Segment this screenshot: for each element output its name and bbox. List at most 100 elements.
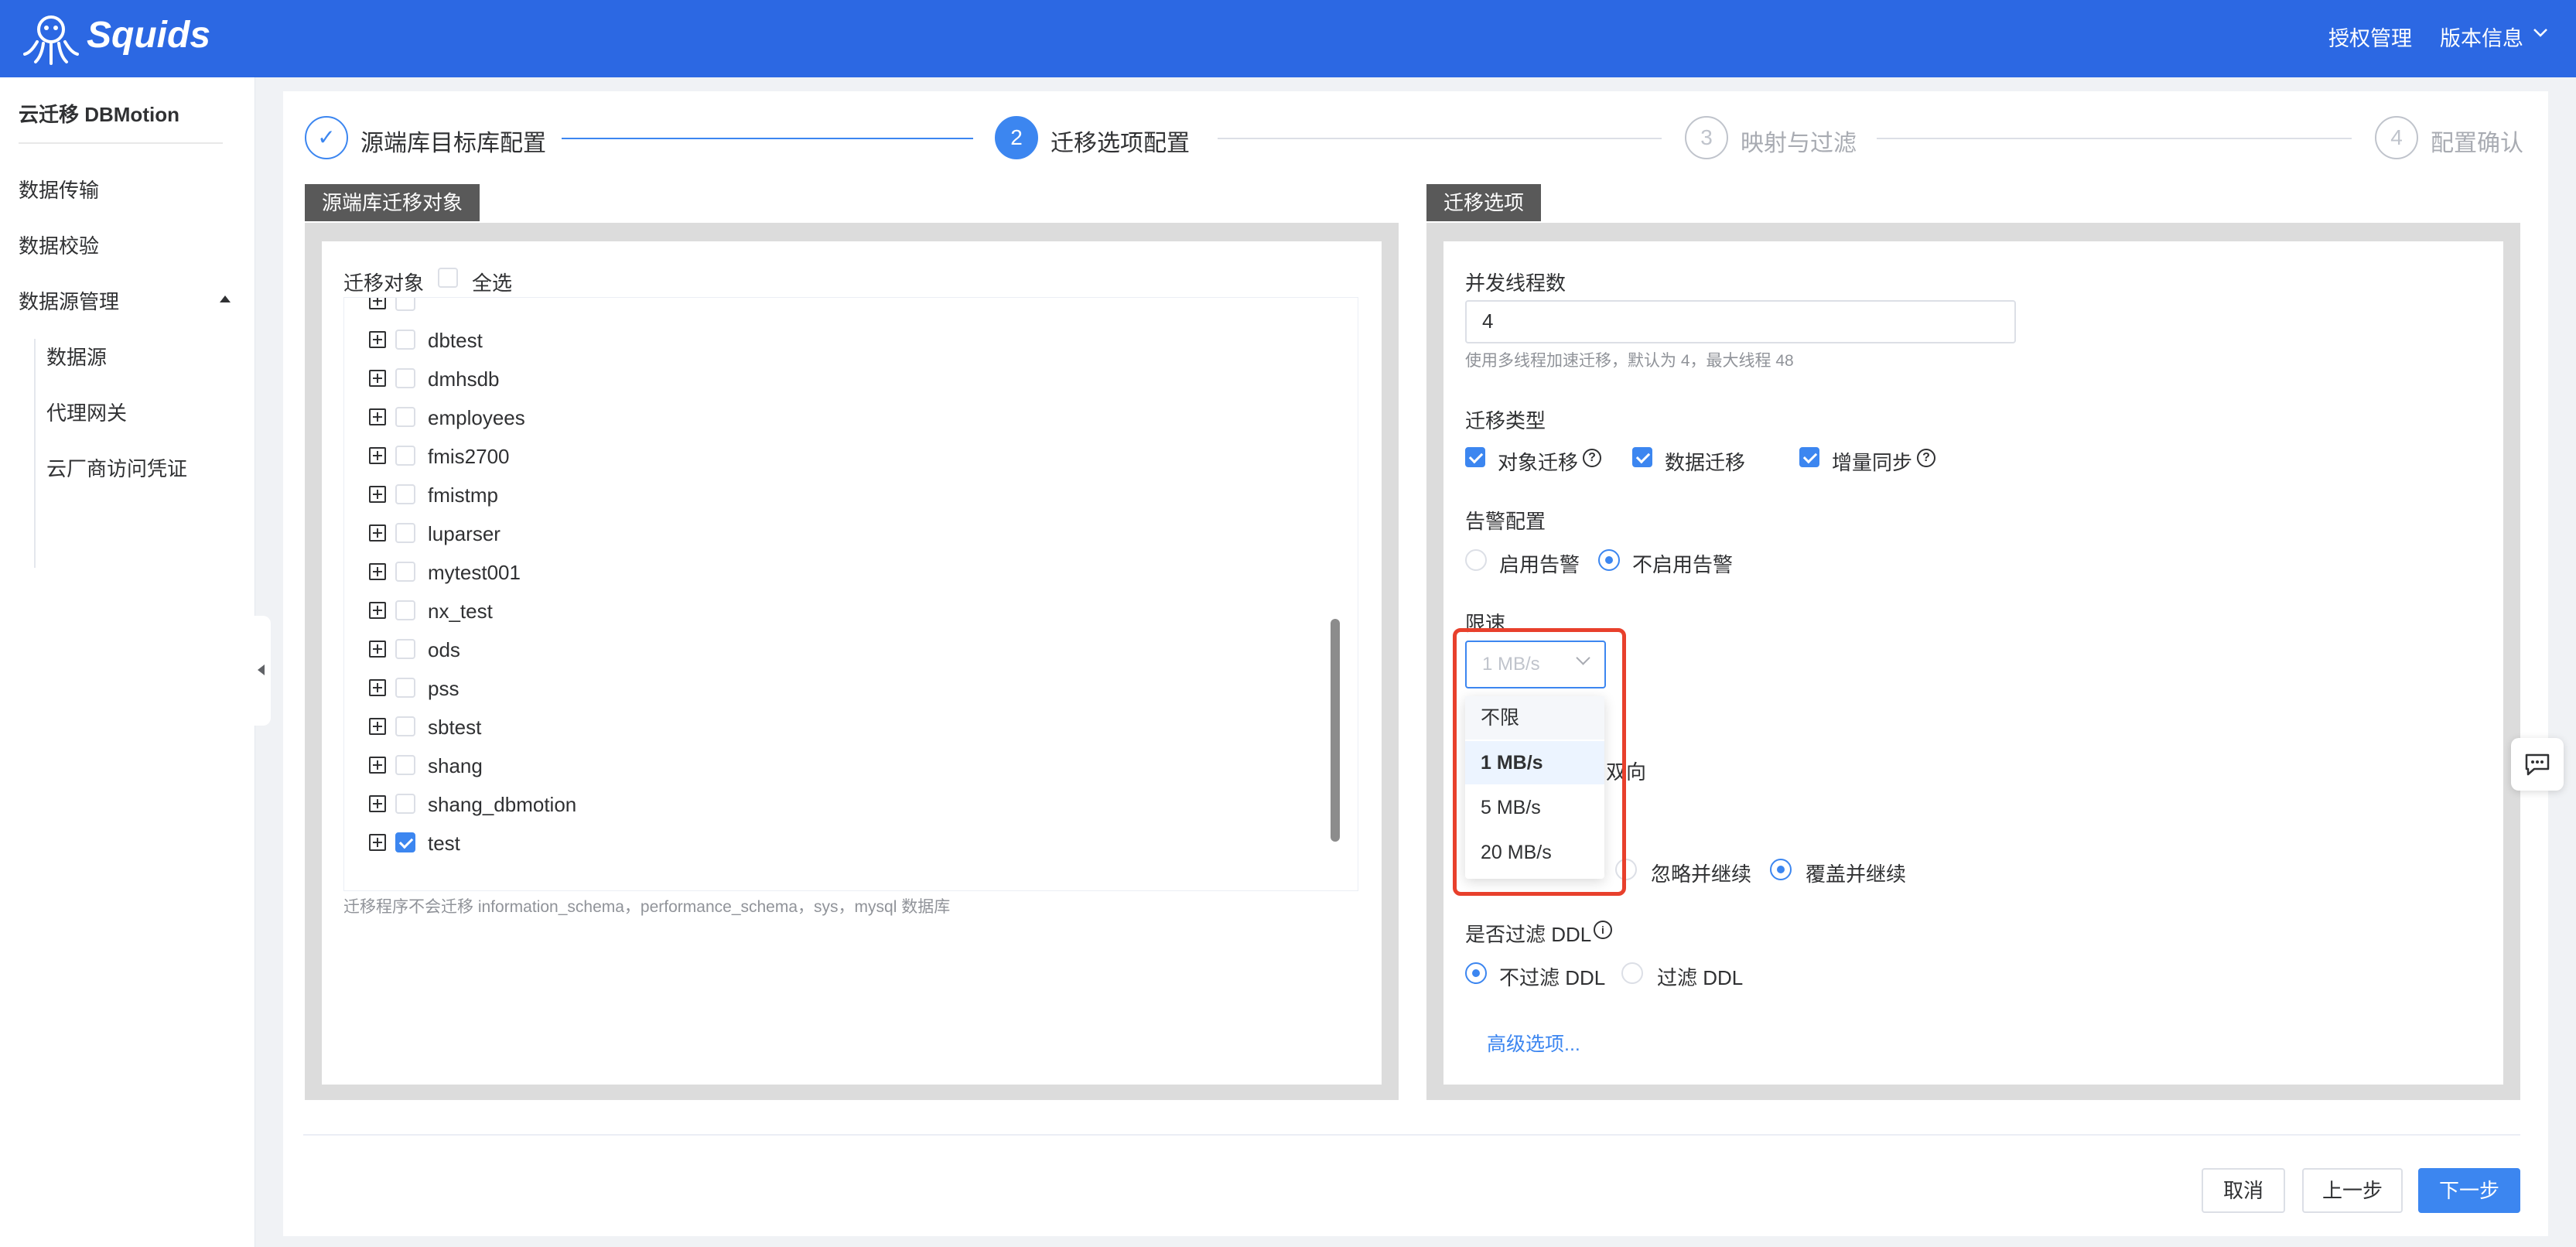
help-icon[interactable]: ? (1583, 449, 1601, 467)
overwrite-continue-label[interactable]: 覆盖并继续 (1806, 859, 1906, 887)
tree-label[interactable]: employees (428, 406, 525, 430)
sidebar-item-datasource-management[interactable]: 数据源管理 (19, 286, 119, 315)
advanced-options-link[interactable]: 高级选项... (1487, 1029, 1580, 1057)
expand-icon[interactable] (369, 298, 386, 309)
tree-checkbox[interactable] (395, 639, 415, 659)
tree-scrollbar[interactable] (1331, 619, 1340, 842)
tree-row[interactable]: fmistmp (344, 476, 1334, 514)
tree-checkbox[interactable] (395, 298, 415, 311)
sidebar-item-data-transfer[interactable]: 数据传输 (19, 175, 99, 203)
tree-checkbox[interactable] (395, 446, 415, 466)
expand-icon[interactable] (369, 795, 386, 812)
tree-checkbox[interactable] (395, 330, 415, 350)
tree-row[interactable]: shang_dbmotion (344, 785, 1334, 824)
disable-alert-label[interactable]: 不启用告警 (1632, 549, 1733, 578)
sidebar-subitem-datasource[interactable]: 数据源 (46, 342, 107, 371)
tree-label[interactable]: ods (428, 638, 460, 662)
tree-checkbox[interactable] (395, 407, 415, 427)
tree-row[interactable]: sbtest (344, 708, 1334, 746)
sidebar-collapse-button[interactable] (254, 616, 271, 726)
data-migration-label[interactable]: 数据迁移 (1665, 447, 1745, 476)
tree-checkbox[interactable] (395, 794, 415, 814)
tree-checkbox[interactable] (395, 523, 415, 543)
overwrite-continue-radio[interactable] (1770, 859, 1792, 880)
tree-row[interactable]: shang (344, 746, 1334, 785)
help-icon[interactable]: ? (1917, 449, 1935, 467)
tree-row[interactable]: pss (344, 669, 1334, 708)
tree-checkbox[interactable] (395, 484, 415, 504)
expand-icon[interactable] (369, 331, 386, 348)
tree-checkbox[interactable] (395, 562, 415, 582)
tree-row[interactable]: test (344, 824, 1334, 863)
incremental-sync-checkbox[interactable] (1799, 447, 1819, 467)
expand-icon[interactable] (369, 447, 386, 464)
tree-label[interactable]: sbtest (428, 716, 481, 740)
tree-checkbox[interactable] (395, 600, 415, 620)
incremental-sync-label[interactable]: 增量同步 (1832, 447, 1912, 476)
tree-row[interactable]: dbtest (344, 321, 1334, 360)
sidebar-subitem-cloud-credentials[interactable]: 云厂商访问凭证 (46, 453, 187, 482)
disable-alert-radio[interactable] (1598, 549, 1620, 571)
filter-ddl-radio[interactable] (1621, 962, 1643, 984)
tree-label[interactable]: nx_test (428, 600, 493, 624)
tree-row[interactable]: luparser (344, 514, 1334, 553)
tree-row[interactable]: fmis2700 (344, 437, 1334, 476)
tree-label[interactable]: fmistmp (428, 483, 498, 507)
expand-icon[interactable] (369, 757, 386, 774)
data-migration-checkbox[interactable] (1632, 447, 1652, 467)
tree-row[interactable]: ods (344, 630, 1334, 669)
tree-checkbox-checked[interactable] (395, 832, 415, 852)
no-filter-ddl-radio[interactable] (1465, 962, 1487, 984)
expand-icon[interactable] (369, 370, 386, 387)
tree-row[interactable]: mytest001 (344, 553, 1334, 592)
expand-icon[interactable] (369, 563, 386, 580)
tree-row[interactable]: nx_test (344, 592, 1334, 630)
expand-icon[interactable] (369, 679, 386, 696)
alert-config-label: 告警配置 (1465, 510, 1546, 533)
tree-checkbox[interactable] (395, 716, 415, 736)
threads-input[interactable]: 4 (1465, 300, 2016, 343)
chevron-down-icon[interactable] (2533, 28, 2548, 39)
version-info-link[interactable]: 版本信息 (2440, 22, 2523, 52)
tree-label[interactable]: shang_dbmotion (428, 793, 576, 817)
tree-label[interactable]: pss (428, 677, 459, 701)
expand-icon[interactable] (369, 718, 386, 735)
enable-alert-radio[interactable] (1465, 549, 1487, 571)
ignore-continue-label[interactable]: 忽略并继续 (1651, 859, 1751, 887)
cancel-button[interactable]: 取消 (2202, 1168, 2285, 1213)
expand-icon[interactable] (369, 486, 386, 503)
expand-icon[interactable] (369, 834, 386, 851)
filter-ddl-option-label[interactable]: 过滤 DDL (1657, 962, 1743, 991)
sidebar-subitem-proxy-gateway[interactable]: 代理网关 (46, 398, 127, 426)
tree-label[interactable]: luparser (428, 522, 501, 546)
expand-icon[interactable] (369, 602, 386, 619)
expand-icon[interactable] (369, 641, 386, 658)
tree-label[interactable]: test (428, 832, 460, 856)
enable-alert-label[interactable]: 启用告警 (1499, 549, 1580, 578)
object-migration-checkbox[interactable] (1465, 447, 1485, 467)
tree-label[interactable]: mytest001 (428, 561, 521, 585)
tree-checkbox[interactable] (395, 368, 415, 388)
tree-label[interactable]: shang (428, 754, 483, 778)
tree-label[interactable]: dmhsdb (428, 367, 500, 391)
select-all-checkbox[interactable] (438, 268, 458, 288)
tree-row[interactable]: dmhsdb (344, 360, 1334, 398)
expand-icon[interactable] (369, 524, 386, 542)
previous-step-button[interactable]: 上一步 (2302, 1168, 2403, 1213)
tree-label[interactable]: fmis2700 (428, 445, 510, 469)
tree-label[interactable]: dbtest (428, 329, 483, 353)
expand-icon[interactable] (369, 408, 386, 425)
caret-up-icon[interactable] (220, 296, 231, 302)
no-filter-ddl-label[interactable]: 不过滤 DDL (1499, 962, 1605, 991)
tree-row[interactable]: employees (344, 398, 1334, 437)
select-all-label[interactable]: 全选 (472, 268, 512, 296)
next-step-button[interactable]: 下一步 (2418, 1168, 2520, 1213)
tree-checkbox[interactable] (395, 678, 415, 698)
chat-button[interactable] (2511, 738, 2564, 791)
step-4-label: 配置确认 (2431, 131, 2523, 156)
sidebar-item-data-verify[interactable]: 数据校验 (19, 231, 99, 259)
tree-checkbox[interactable] (395, 755, 415, 775)
info-icon[interactable]: i (1594, 921, 1612, 939)
license-management-link[interactable]: 授权管理 (2328, 22, 2412, 52)
object-migration-label[interactable]: 对象迁移 (1498, 447, 1578, 476)
